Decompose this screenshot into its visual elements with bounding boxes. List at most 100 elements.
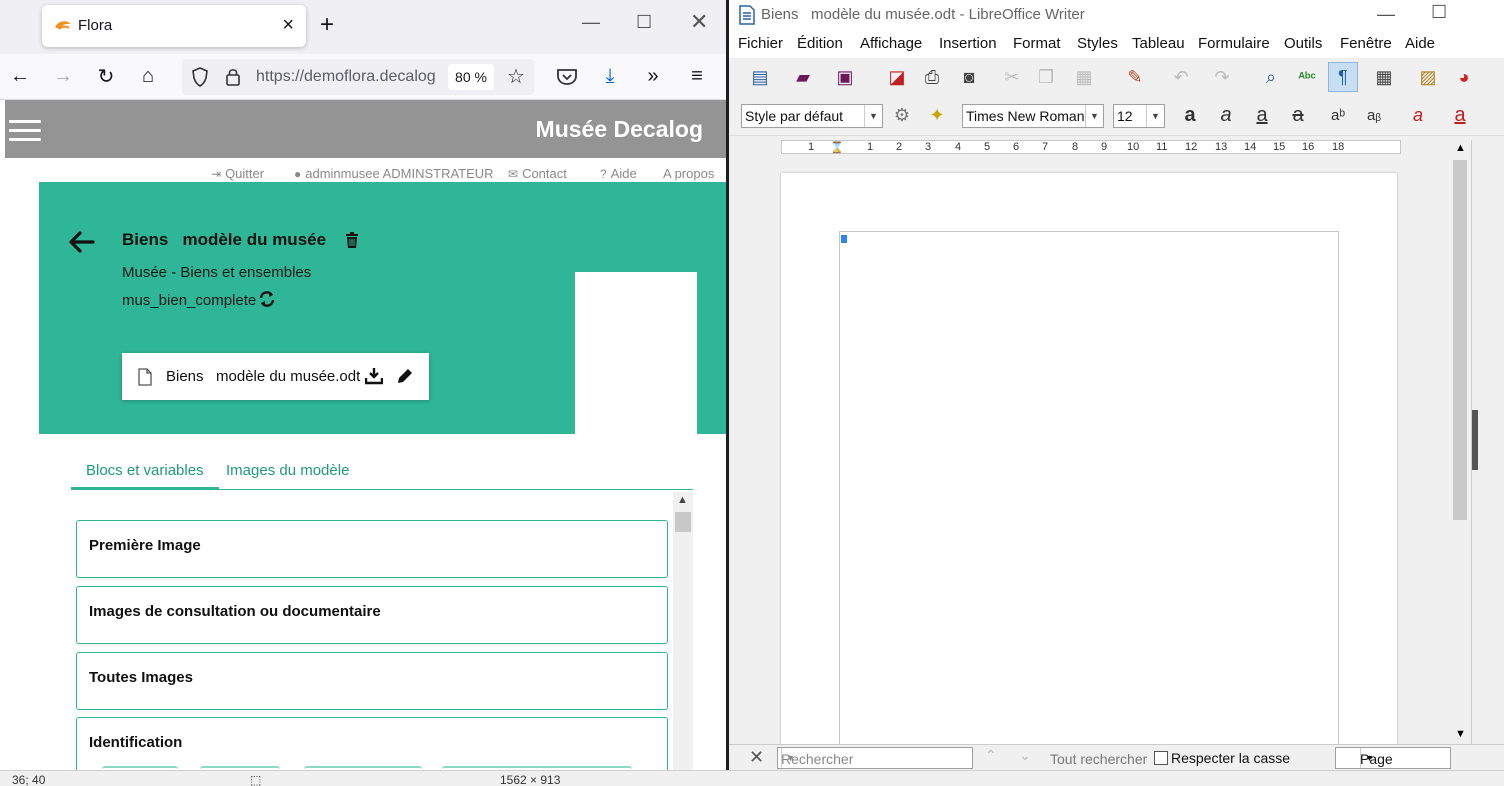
update-style-icon[interactable]: ⚙	[887, 100, 917, 130]
find-next-icon[interactable]: ⌄	[1019, 747, 1031, 764]
bold-icon[interactable]: a	[1175, 100, 1205, 130]
document-page[interactable]	[781, 173, 1397, 770]
font-size-select[interactable]: 12 ▼	[1113, 104, 1165, 128]
menu-outils[interactable]: Outils	[1284, 35, 1322, 52]
scroll-thumb[interactable]	[675, 512, 691, 532]
menu-insertion[interactable]: Insertion	[939, 35, 997, 52]
menu-affichage[interactable]: Affichage	[860, 35, 922, 52]
italic-icon[interactable]: a	[1211, 100, 1241, 130]
menu-formulaire[interactable]: Formulaire	[1198, 35, 1270, 52]
url-bar[interactable]: https://demoflora.decalog 80 %	[182, 59, 534, 95]
sidebar-handle[interactable]	[1472, 410, 1478, 470]
hamburger-menu-icon[interactable]	[9, 120, 41, 141]
find-input[interactable]: Rechercher ▼	[777, 747, 973, 769]
lock-icon[interactable]	[225, 67, 241, 87]
tab-blocs-variables[interactable]: Blocs et variables	[71, 462, 219, 490]
print-preview-icon[interactable]: ◙	[954, 62, 984, 92]
about-link[interactable]: A propos	[663, 166, 714, 181]
app-menu-icon[interactable]: ≡	[683, 62, 711, 90]
downloads-icon[interactable]: ⤓	[596, 62, 624, 90]
scroll-thumb[interactable]	[1453, 160, 1467, 520]
download-icon[interactable]	[365, 367, 383, 385]
find-previous-icon[interactable]: ⌃	[985, 747, 997, 764]
new-document-icon[interactable]: ▤	[745, 62, 775, 92]
block-item[interactable]: Identification	[76, 717, 668, 770]
horizontal-ruler[interactable]: 1 ⌛ 1 2 3 4 5 6 7 8 9 10 11 12 13 14 15 …	[781, 140, 1401, 154]
quit-link[interactable]: ⇥ Quitter	[211, 166, 264, 181]
close-tab-icon[interactable]: ×	[282, 14, 294, 37]
tab-images-modele[interactable]: Images du modèle	[226, 462, 349, 479]
subscript-icon[interactable]: aᵦ	[1359, 100, 1389, 130]
cut-icon[interactable]: ✂	[997, 62, 1027, 92]
trash-icon[interactable]	[345, 232, 359, 248]
superscript-icon[interactable]: aᵇ	[1323, 100, 1353, 130]
menu-aide[interactable]: Aide	[1405, 35, 1435, 52]
open-folder-icon[interactable]: ▰	[788, 62, 818, 92]
sync-icon[interactable]	[258, 290, 276, 308]
save-icon[interactable]: ▣	[830, 62, 860, 92]
url-text: https://demoflora.decalog	[256, 68, 436, 85]
bookmark-star-icon[interactable]: ☆	[502, 62, 530, 90]
close-window-icon[interactable]: ✕	[690, 9, 708, 35]
new-tab-icon[interactable]: +	[320, 13, 334, 37]
scroll-up-icon[interactable]: ▲	[677, 494, 688, 506]
blocks-scrollbar[interactable]: ▲	[673, 492, 693, 770]
find-all-button[interactable]: Tout rechercher	[1050, 751, 1147, 767]
new-style-icon[interactable]: ✦	[922, 100, 952, 130]
forward-icon[interactable]: →	[49, 62, 77, 90]
clone-formatting-icon[interactable]: ✎	[1120, 62, 1150, 92]
scroll-up-icon[interactable]: ▲	[1455, 142, 1466, 154]
minimize-icon[interactable]: —	[1377, 4, 1395, 25]
user-link[interactable]: ● adminmusee ADMINSTRATEUR	[294, 166, 494, 181]
edit-pencil-icon[interactable]	[396, 367, 414, 385]
browser-tab[interactable]: Flora ×	[42, 5, 306, 47]
close-find-icon[interactable]: ✕	[749, 747, 764, 768]
find-replace-icon[interactable]: ⌕	[1256, 62, 1286, 92]
back-arrow-icon[interactable]	[67, 230, 97, 254]
menu-fichier[interactable]: Fichier	[738, 35, 783, 52]
pocket-icon[interactable]	[556, 68, 578, 86]
match-case-checkbox[interactable]	[1154, 751, 1168, 765]
strikethrough-icon[interactable]: a	[1283, 100, 1313, 130]
paste-icon[interactable]: ▦	[1069, 62, 1099, 92]
reload-icon[interactable]: ↻	[92, 62, 120, 90]
menu-tableau[interactable]: Tableau	[1132, 35, 1185, 52]
menu-fenetre[interactable]: Fenêtre	[1340, 35, 1392, 52]
underline-icon[interactable]: a	[1247, 100, 1277, 130]
contact-link[interactable]: ✉ Contact	[508, 166, 567, 181]
find-mode-select[interactable]: Page ▼	[1335, 747, 1451, 769]
zoom-indicator[interactable]: 80 %	[448, 64, 494, 90]
scroll-down-icon[interactable]: ▼	[1455, 728, 1466, 740]
font-color-icon[interactable]: a	[1445, 100, 1475, 130]
block-item[interactable]: Première Image	[76, 520, 668, 578]
font-name-select[interactable]: Times New Roman ▼	[962, 104, 1104, 128]
spelling-icon[interactable]: ᴬᵇᶜ	[1292, 62, 1322, 92]
export-pdf-icon[interactable]: ◪	[882, 62, 912, 92]
copy-icon[interactable]: ❐	[1031, 62, 1061, 92]
tracking-shield-icon[interactable]	[192, 67, 208, 87]
redo-icon[interactable]: ↷	[1207, 62, 1237, 92]
block-item[interactable]: Images de consultation ou documentaire	[76, 586, 668, 644]
clear-formatting-icon[interactable]: a	[1403, 100, 1433, 130]
vertical-scrollbar[interactable]: ▲ ▼	[1451, 140, 1469, 744]
menu-format[interactable]: Format	[1013, 35, 1061, 52]
paragraph-style-select[interactable]: Style par défaut ▼	[741, 104, 883, 128]
insert-table-icon[interactable]: ▦	[1369, 62, 1399, 92]
undo-icon[interactable]: ↶	[1166, 62, 1196, 92]
maximize-icon[interactable]: ☐	[1431, 2, 1447, 23]
insert-chart-icon[interactable]: ◕	[1449, 62, 1479, 92]
block-item[interactable]: Toutes Images	[76, 652, 668, 710]
home-icon[interactable]: ⌂	[134, 62, 162, 90]
help-link[interactable]: ? Aide	[600, 166, 637, 181]
back-icon[interactable]: ←	[6, 62, 34, 90]
match-case-label[interactable]: Respecter la casse	[1171, 750, 1290, 766]
site-brand: Musée Decalog	[535, 116, 703, 142]
minimize-icon[interactable]: —	[582, 12, 600, 33]
print-icon[interactable]: ⎙	[917, 62, 947, 92]
formatting-marks-icon[interactable]: ¶	[1328, 62, 1358, 92]
menu-styles[interactable]: Styles	[1077, 35, 1118, 52]
insert-image-icon[interactable]: ▨	[1413, 62, 1443, 92]
overflow-chevrons-icon[interactable]: »	[639, 62, 667, 90]
maximize-icon[interactable]: ☐	[636, 12, 652, 33]
menu-edition[interactable]: Édition	[797, 35, 843, 52]
